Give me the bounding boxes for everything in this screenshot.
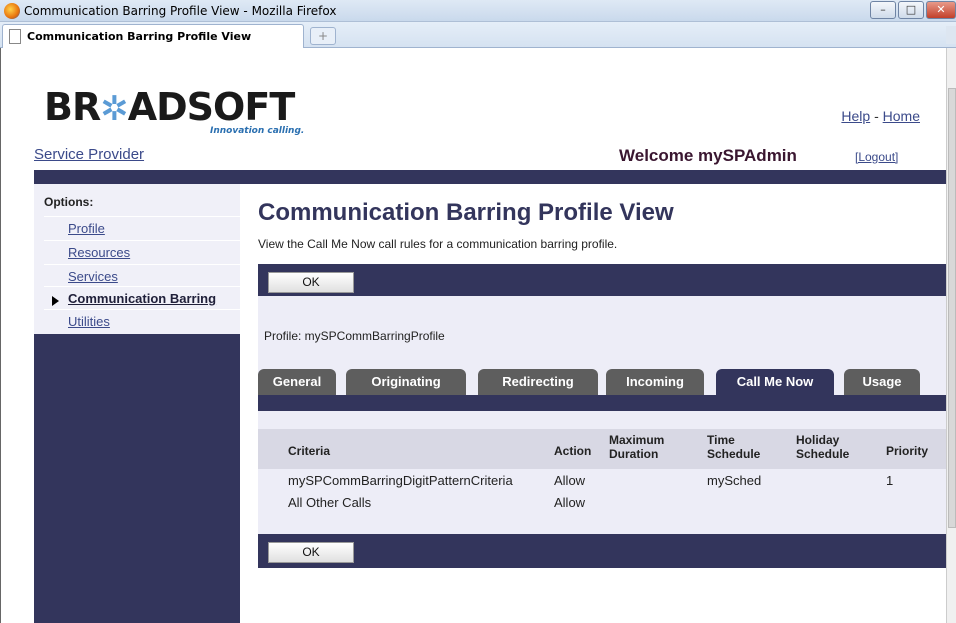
sidebar-item-services[interactable]: Services <box>44 264 240 288</box>
tab-incoming[interactable]: Incoming <box>606 369 704 395</box>
cell-action: Allow <box>554 495 586 510</box>
window-titlebar: Communication Barring Profile View - Moz… <box>0 0 956 22</box>
column-header-holiday-schedule-2[interactable]: Schedule <box>796 447 849 461</box>
broadsoft-logo: BR✲ADSOFT <box>44 85 296 129</box>
cell-criteria[interactable]: mySPCommBarringDigitPatternCriteria <box>288 473 513 488</box>
logout-link[interactable]: [Logout] <box>855 150 898 164</box>
page-icon <box>9 29 21 44</box>
page-title: Communication Barring Profile View <box>258 199 674 226</box>
vertical-scrollbar[interactable] <box>946 48 956 623</box>
sidebar-item-utilities[interactable]: Utilities <box>44 309 240 333</box>
current-arrow-icon <box>52 296 59 306</box>
close-window-button[interactable]: ✕ <box>926 1 956 19</box>
page-description: View the Call Me Now call rules for a co… <box>258 237 618 251</box>
sidebar-item-resources[interactable]: Resources <box>44 240 240 264</box>
column-header-max-duration-2[interactable]: Duration <box>609 447 658 461</box>
browser-tab-label: Communication Barring Profile View <box>27 30 252 43</box>
cell-criteria[interactable]: All Other Calls <box>288 495 371 510</box>
tab-general[interactable]: General <box>258 369 336 395</box>
logo-text-1: BR <box>44 85 101 129</box>
sidebar-item-label: Services <box>68 269 118 284</box>
column-header-criteria[interactable]: Criteria <box>288 444 330 458</box>
profile-name: Profile: mySPCommBarringProfile <box>264 329 445 343</box>
tab-call-me-now[interactable]: Call Me Now <box>716 369 834 395</box>
column-header-priority[interactable]: Priority <box>886 444 928 458</box>
sidebar-item-label: Profile <box>68 221 105 236</box>
tab-underline-strip <box>258 395 946 411</box>
sidebar-item-label: Resources <box>68 245 131 260</box>
sidebar-item-label: Utilities <box>68 314 110 329</box>
bottom-button-bar: OK <box>258 534 946 568</box>
service-provider-link[interactable]: Service Provider <box>34 146 144 163</box>
logo-tagline: Innovation calling. <box>210 126 305 136</box>
minimize-button[interactable]: – <box>870 1 896 19</box>
cell-time-schedule: mySched <box>707 473 762 488</box>
top-links: Help - Home <box>841 108 920 124</box>
header-band <box>34 170 946 184</box>
tab-usage[interactable]: Usage <box>844 369 920 395</box>
sidebar-item-label: Communication Barring <box>68 291 217 306</box>
sidebar-item-communication-barring[interactable]: Communication Barring <box>44 286 240 310</box>
column-header-holiday-schedule-1[interactable]: Holiday <box>796 433 839 447</box>
column-header-time-schedule-1[interactable]: Time <box>707 433 735 447</box>
home-link[interactable]: Home <box>883 108 920 124</box>
new-tab-button[interactable]: + <box>310 27 336 45</box>
logo-text-2: ADSOFT <box>127 85 296 129</box>
column-header-max-duration-1[interactable]: Maximum <box>609 433 664 447</box>
help-link[interactable]: Help <box>841 108 870 124</box>
maximize-button[interactable]: □ <box>898 1 924 19</box>
window-controls: – □ ✕ <box>870 1 956 19</box>
firefox-icon <box>4 3 20 19</box>
column-header-action[interactable]: Action <box>554 444 591 458</box>
window-title: Communication Barring Profile View - Moz… <box>24 4 337 18</box>
link-separator: - <box>874 108 879 124</box>
browser-tab-active[interactable]: Communication Barring Profile View <box>2 24 304 48</box>
tab-originating[interactable]: Originating <box>346 369 466 395</box>
cell-action: Allow <box>554 473 586 488</box>
logo-star-icon: ✲ <box>100 89 128 129</box>
ok-button-top[interactable]: OK <box>268 272 354 293</box>
browser-tabbar: Communication Barring Profile View + <box>0 22 956 48</box>
tab-redirecting[interactable]: Redirecting <box>478 369 598 395</box>
welcome-text: Welcome mySPAdmin <box>619 146 797 165</box>
column-header-time-schedule-2[interactable]: Schedule <box>707 447 760 461</box>
sidebar-item-profile[interactable]: Profile <box>44 216 240 240</box>
tab-scroll-right[interactable] <box>946 26 956 44</box>
cell-priority: 1 <box>886 473 894 488</box>
top-button-bar: OK <box>258 264 946 298</box>
options-title: Options: <box>44 195 94 209</box>
ok-button-bottom[interactable]: OK <box>268 542 354 563</box>
scrollbar-thumb[interactable] <box>948 88 956 528</box>
